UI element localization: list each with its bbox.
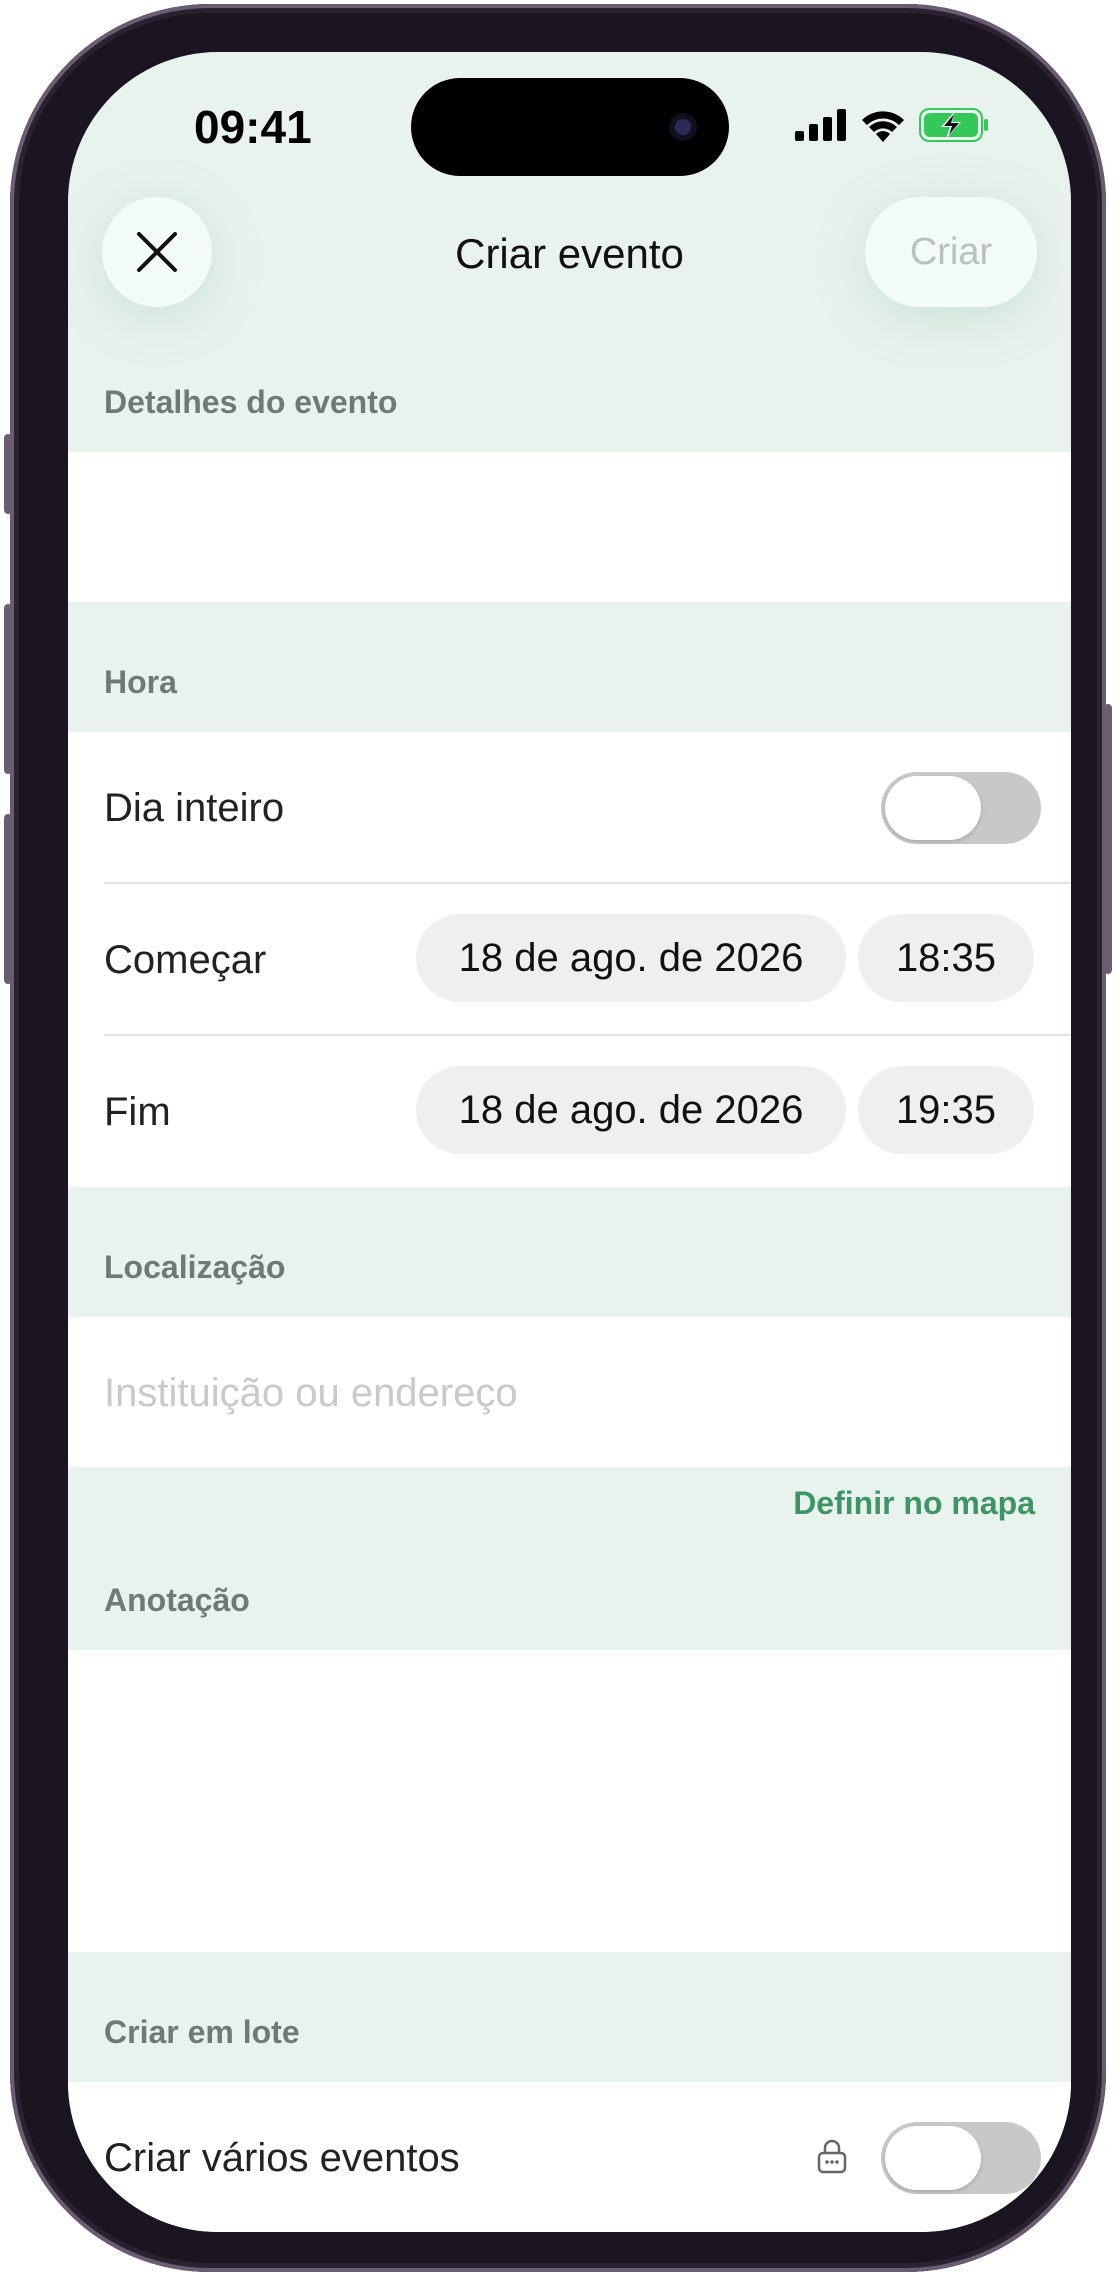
end-date-button[interactable]: 18 de ago. de 2026 — [416, 1066, 846, 1154]
side-button — [4, 604, 12, 774]
side-button — [4, 434, 12, 514]
battery-charging-icon — [919, 108, 988, 142]
multi-events-label: Criar vários eventos — [104, 2136, 460, 2180]
toggle-knob — [885, 776, 981, 840]
dynamic-island — [411, 78, 729, 176]
section-label-note: Anotação — [104, 1582, 250, 1618]
section-label-details: Detalhes do evento — [104, 384, 398, 420]
divider — [104, 1034, 1071, 1036]
multi-events-toggle[interactable] — [881, 2122, 1041, 2194]
status-time: 09:41 — [194, 101, 312, 153]
screen: 09:41 Criar evento Criar Detalhes do eve… — [68, 52, 1071, 2232]
toggle-knob — [885, 2126, 981, 2190]
section-label-batch: Criar em lote — [104, 2014, 300, 2050]
section-label-time: Hora — [104, 664, 177, 700]
create-button[interactable]: Criar — [865, 197, 1037, 307]
lock-icon — [817, 2139, 847, 2174]
batch-group: Criar vários eventos — [68, 2082, 1071, 2232]
phone-frame: 09:41 Criar evento Criar Detalhes do eve… — [4, 4, 1112, 2272]
all-day-label: Dia inteiro — [104, 786, 285, 830]
set-on-map-link[interactable]: Definir no mapa — [793, 1485, 1035, 1522]
time-group: Dia inteiro Começar 18 de ago. de 2026 1… — [68, 732, 1071, 1187]
location-field[interactable]: Instituição ou endereço — [68, 1317, 1071, 1467]
all-day-toggle[interactable] — [881, 772, 1041, 844]
status-icons — [795, 108, 989, 142]
side-button — [1104, 704, 1112, 974]
signal-icon — [795, 109, 846, 141]
note-input-area[interactable] — [68, 1650, 1071, 1952]
location-placeholder: Instituição ou endereço — [104, 1371, 518, 1415]
wifi-icon — [862, 111, 904, 142]
section-label-location: Localização — [104, 1249, 286, 1285]
start-time-button[interactable]: 18:35 — [858, 914, 1034, 1002]
end-label: Fim — [104, 1090, 171, 1134]
start-date-button[interactable]: 18 de ago. de 2026 — [416, 914, 846, 1002]
end-time-button[interactable]: 19:35 — [858, 1066, 1034, 1154]
camera-icon — [669, 113, 697, 141]
details-input-area[interactable] — [68, 452, 1071, 602]
side-button — [4, 814, 12, 984]
start-label: Começar — [104, 938, 267, 982]
divider — [104, 882, 1071, 884]
